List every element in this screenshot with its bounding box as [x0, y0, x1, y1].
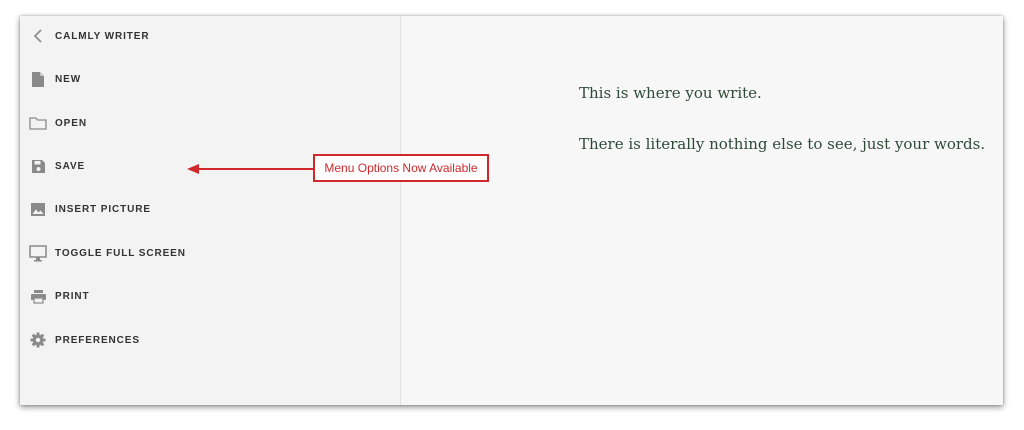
- app-window: CALMLY WRITER NEW OPEN SAVE INSERT PICTU: [20, 16, 1003, 405]
- menu-item-label: PRINT: [55, 290, 90, 302]
- menu-item-label: NEW: [55, 73, 82, 85]
- sidebar-menu: CALMLY WRITER NEW OPEN SAVE INSERT PICTU: [20, 16, 401, 405]
- menu-item-new[interactable]: NEW: [28, 66, 81, 92]
- printer-icon: [28, 286, 48, 306]
- menu-item-label: OPEN: [55, 117, 87, 129]
- menu-item-print[interactable]: PRINT: [28, 283, 90, 309]
- editor-paragraph[interactable]: This is where you write.: [579, 84, 762, 102]
- menu-item-label: SAVE: [55, 160, 86, 172]
- menu-item-preferences[interactable]: PREFERENCES: [28, 327, 140, 353]
- gear-icon: [28, 330, 48, 350]
- writing-area[interactable]: This is where you write. There is litera…: [401, 16, 1003, 405]
- back-button[interactable]: CALMLY WRITER: [28, 23, 149, 49]
- folder-icon: [28, 113, 48, 133]
- annotation-callout: Menu Options Now Available: [313, 154, 489, 182]
- image-icon: [28, 199, 48, 219]
- annotation-arrow: [187, 164, 314, 174]
- menu-item-label: TOGGLE FULL SCREEN: [55, 247, 186, 259]
- menu-item-label: INSERT PICTURE: [55, 203, 151, 215]
- document-icon: [28, 69, 48, 89]
- app-title: CALMLY WRITER: [55, 30, 150, 42]
- menu-item-open[interactable]: OPEN: [28, 110, 87, 136]
- menu-item-label: PREFERENCES: [55, 334, 140, 346]
- floppy-disk-icon: [28, 156, 48, 176]
- chevron-left-icon: [28, 26, 48, 46]
- menu-item-insert-picture[interactable]: INSERT PICTURE: [28, 196, 151, 222]
- monitor-icon: [28, 243, 48, 263]
- menu-item-save[interactable]: SAVE: [28, 153, 85, 179]
- menu-item-toggle-full-screen[interactable]: TOGGLE FULL SCREEN: [28, 240, 186, 266]
- editor-paragraph[interactable]: There is literally nothing else to see, …: [579, 135, 985, 153]
